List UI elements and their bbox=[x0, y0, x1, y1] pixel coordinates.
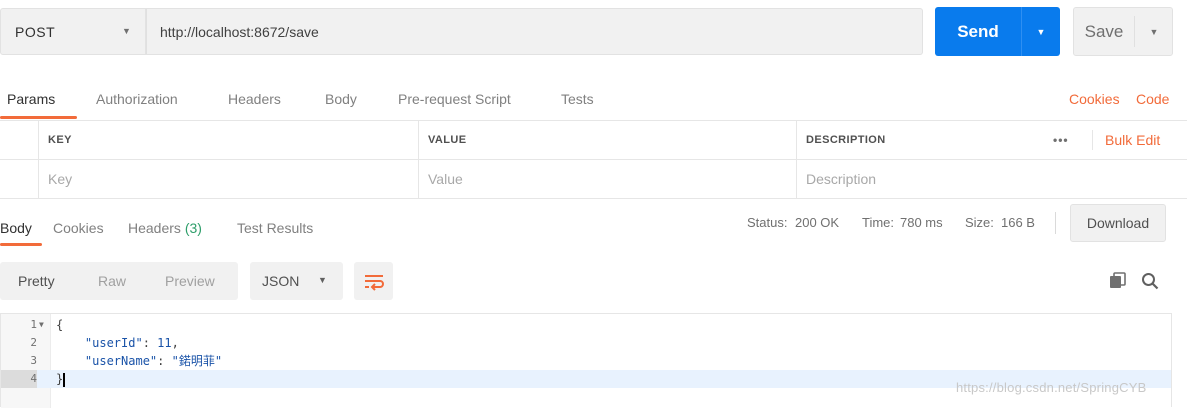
status-label: Status: bbox=[747, 215, 788, 230]
request-url-bar: POST ▼ Send ▼ Save ▼ bbox=[0, 0, 1190, 70]
download-button[interactable]: Download bbox=[1070, 204, 1166, 242]
watermark: https://blog.csdn.net/SpringCYB bbox=[956, 380, 1147, 395]
line-number: 3 bbox=[30, 354, 37, 367]
tab-tests[interactable]: Tests bbox=[561, 91, 594, 107]
view-preview-button[interactable]: Preview bbox=[165, 262, 215, 300]
json-value: "鍩明菲" bbox=[171, 354, 223, 368]
view-raw-button[interactable]: Raw bbox=[98, 262, 126, 300]
json-key: "userId" bbox=[84, 336, 143, 350]
response-tabs: Body Cookies Headers (3) Test Results St… bbox=[0, 198, 1190, 250]
chevron-down-icon: ▼ bbox=[318, 275, 327, 285]
view-mode-group: Pretty Raw Preview bbox=[0, 262, 238, 300]
status-value: 200 OK bbox=[795, 215, 840, 230]
column-header-value: VALUE bbox=[418, 121, 796, 159]
column-header-description: DESCRIPTION bbox=[796, 121, 1044, 159]
copy-icon[interactable] bbox=[1109, 272, 1127, 290]
format-select[interactable]: JSON ▼ bbox=[250, 262, 343, 300]
send-label: Send bbox=[957, 21, 999, 41]
view-pretty-button[interactable]: Pretty bbox=[18, 262, 55, 300]
bulk-edit-link[interactable]: Bulk Edit bbox=[1092, 130, 1160, 150]
url-input[interactable] bbox=[146, 8, 923, 55]
code-link[interactable]: Code bbox=[1136, 91, 1169, 107]
code-text: { bbox=[56, 318, 64, 332]
format-label: JSON bbox=[262, 273, 300, 289]
tab-authorization[interactable]: Authorization bbox=[96, 91, 178, 107]
code-text: "userId": 11, bbox=[84, 336, 179, 350]
method-label: POST bbox=[15, 23, 56, 40]
json-key: "userName" bbox=[84, 354, 158, 368]
tab-body[interactable]: Body bbox=[325, 91, 357, 107]
chevron-down-icon[interactable]: ▼ bbox=[1022, 7, 1060, 56]
description-input[interactable]: Description bbox=[796, 160, 1187, 198]
divider bbox=[1055, 212, 1056, 234]
code-text: } bbox=[56, 370, 66, 388]
tab-headers[interactable]: Headers bbox=[228, 91, 281, 107]
more-options-icon[interactable]: ••• bbox=[1044, 121, 1090, 159]
text-cursor bbox=[63, 372, 66, 387]
cookies-link[interactable]: Cookies bbox=[1069, 91, 1120, 107]
search-icon[interactable] bbox=[1141, 272, 1159, 290]
chevron-down-icon[interactable]: ▼ bbox=[1136, 8, 1172, 55]
active-tab-indicator bbox=[0, 116, 77, 119]
save-button[interactable]: Save ▼ bbox=[1073, 7, 1173, 56]
save-label: Save bbox=[1084, 21, 1124, 41]
line-number: 1 bbox=[30, 318, 37, 331]
key-input[interactable]: Key bbox=[38, 160, 418, 198]
code-line: 3 "userName": "鍩明菲" bbox=[1, 352, 1171, 370]
code-line: 2 "userId": 11, bbox=[1, 334, 1171, 352]
value-input[interactable]: Value bbox=[418, 160, 796, 198]
tab-response-cookies[interactable]: Cookies bbox=[53, 220, 104, 236]
size-label: Size: bbox=[965, 215, 994, 230]
request-tabs: Params Authorization Headers Body Pre-re… bbox=[0, 80, 1190, 120]
table-header-row: KEY VALUE DESCRIPTION ••• Bulk Edit bbox=[0, 121, 1187, 160]
code-line: 1 ▼ { bbox=[1, 316, 1171, 334]
time-label: Time: bbox=[862, 215, 895, 230]
save-divider bbox=[1134, 16, 1135, 47]
chevron-down-icon: ▼ bbox=[122, 26, 132, 36]
fold-arrow-icon[interactable]: ▼ bbox=[39, 316, 44, 334]
size-value: 166 B bbox=[1001, 215, 1035, 230]
params-table: KEY VALUE DESCRIPTION ••• Bulk Edit Key … bbox=[0, 120, 1187, 199]
tab-params[interactable]: Params bbox=[7, 91, 55, 107]
code-text: "userName": "鍩明菲" bbox=[84, 354, 223, 368]
tab-pre-request-script[interactable]: Pre-request Script bbox=[398, 91, 511, 107]
closing-brace: } bbox=[56, 372, 64, 386]
wrap-lines-button[interactable] bbox=[354, 262, 393, 300]
headers-label: Headers bbox=[128, 220, 181, 236]
tab-response-headers[interactable]: Headers (3) bbox=[128, 220, 202, 236]
tab-test-results[interactable]: Test Results bbox=[237, 220, 313, 236]
table-row: Key Value Description bbox=[0, 160, 1187, 199]
line-number: 2 bbox=[30, 336, 37, 349]
wrap-lines-icon bbox=[364, 275, 384, 291]
line-number: 4 bbox=[1, 370, 37, 388]
tab-response-body[interactable]: Body bbox=[0, 220, 32, 236]
headers-count-badge: (3) bbox=[184, 220, 202, 236]
active-tab-indicator bbox=[0, 243, 42, 246]
send-button[interactable]: Send ▼ bbox=[935, 7, 1060, 56]
json-value: 11 bbox=[157, 336, 172, 350]
column-header-key: KEY bbox=[38, 121, 418, 159]
time-value: 780 ms bbox=[900, 215, 943, 230]
method-select[interactable]: POST ▼ bbox=[0, 8, 146, 55]
